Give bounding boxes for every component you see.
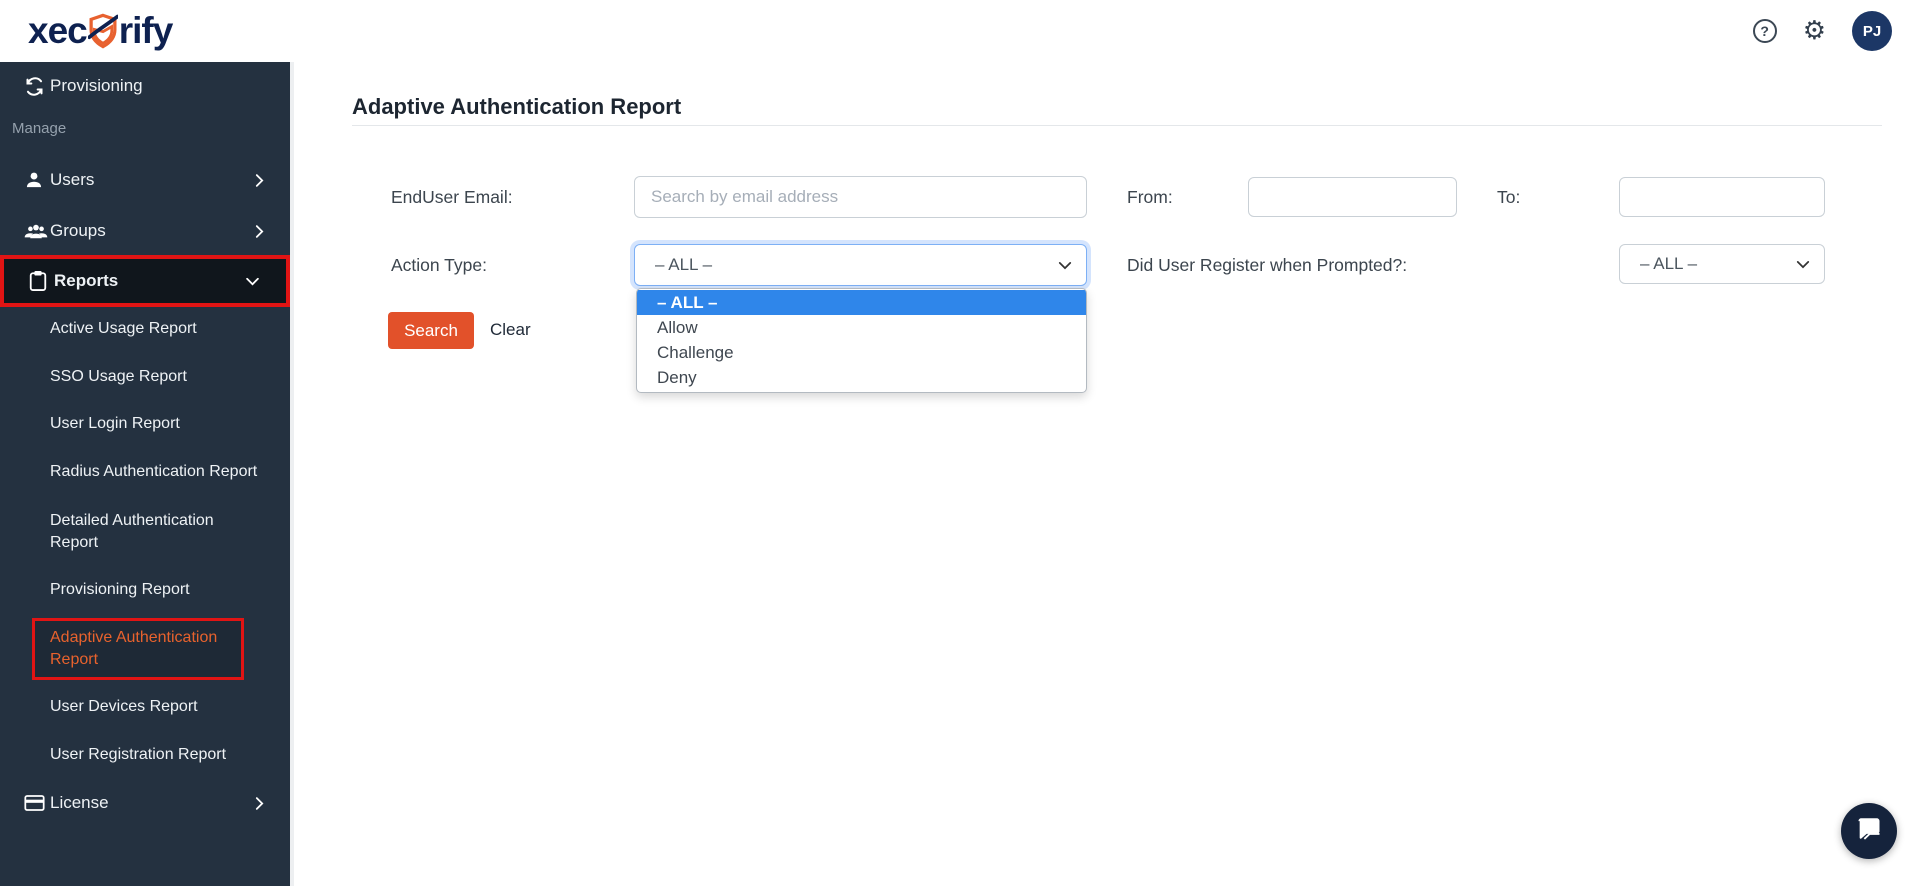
sidebar-item-sso-usage-report[interactable]: SSO Usage Report: [0, 353, 290, 401]
sidebar-item-label: License: [50, 793, 109, 812]
group-icon: [24, 221, 50, 241]
chevron-down-icon: [1796, 254, 1810, 274]
subnav-label: User Registration Report: [50, 746, 227, 763]
sidebar-item-adaptive-authentication-report[interactable]: Adaptive Authentication Report: [32, 618, 244, 680]
top-header: xec rify ? ⚙ PJ: [0, 0, 1920, 62]
sidebar-item-detailed-authentication-report[interactable]: Detailed Authentication Report: [0, 503, 290, 561]
sidebar-item-label: Provisioning: [50, 76, 143, 95]
sidebar-item-label: Users: [50, 170, 95, 189]
action-type-dropdown: – ALL – Allow Challenge Deny: [636, 288, 1087, 393]
shield-logo-icon: [87, 13, 118, 49]
to-label: To:: [1497, 187, 1521, 207]
sidebar-item-user-login-report[interactable]: User Login Report: [0, 400, 290, 448]
clipboard-icon: [28, 270, 54, 292]
page-title: Adaptive Authentication Report: [352, 94, 682, 119]
dropdown-option-deny[interactable]: Deny: [637, 365, 1086, 390]
sidebar-item-active-usage-report[interactable]: Active Usage Report: [0, 305, 290, 353]
user-avatar[interactable]: PJ: [1852, 11, 1892, 51]
credit-card-icon: [24, 794, 50, 812]
search-button[interactable]: Search: [388, 312, 474, 349]
xecurify-logo[interactable]: xec rify: [28, 9, 174, 53]
sidebar-scrollbar[interactable]: [290, 62, 294, 886]
register-prompt-label: Did User Register when Prompted?:: [1127, 255, 1408, 275]
enduser-email-input[interactable]: [634, 176, 1087, 218]
clear-button[interactable]: Clear: [490, 320, 531, 340]
chevron-right-icon: [255, 224, 264, 239]
help-icon[interactable]: ?: [1752, 19, 1777, 43]
dropdown-option-all[interactable]: – ALL –: [637, 290, 1086, 315]
sidebar-item-radius-authentication-report[interactable]: Radius Authentication Report: [0, 448, 290, 496]
title-divider: [352, 125, 1882, 126]
chevron-right-icon: [255, 173, 264, 188]
register-prompt-value: – ALL –: [1640, 254, 1698, 273]
subnav-label: User Login Report: [50, 415, 180, 432]
to-date-input[interactable]: [1619, 177, 1825, 217]
chevron-down-icon: [1058, 255, 1072, 275]
sidebar-item-provisioning-report[interactable]: Provisioning Report: [0, 566, 290, 614]
sidebar-item-users[interactable]: Users: [0, 156, 290, 204]
sidebar-item-license[interactable]: License: [0, 779, 290, 827]
subnav-label: Detailed Authentication Report: [50, 512, 214, 551]
sidebar-item-user-registration-report[interactable]: User Registration Report: [0, 731, 290, 779]
subnav-label: Adaptive Authentication Report: [50, 629, 218, 668]
sidebar-item-label: Groups: [50, 221, 106, 240]
subnav-label: Provisioning Report: [50, 581, 190, 598]
sidebar-item-reports[interactable]: Reports: [0, 255, 290, 307]
chevron-right-icon: [255, 796, 264, 811]
sidebar-section-manage: Manage: [12, 120, 67, 137]
user-icon: [24, 170, 50, 190]
subnav-label: Active Usage Report: [50, 320, 197, 337]
gear-icon[interactable]: ⚙: [1803, 18, 1826, 44]
register-prompt-select[interactable]: – ALL –: [1619, 244, 1825, 284]
subnav-label: SSO Usage Report: [50, 368, 187, 385]
livechat-widget-button[interactable]: [1841, 803, 1897, 859]
sidebar-item-label: Reports: [54, 271, 119, 290]
from-date-input[interactable]: [1248, 177, 1457, 217]
action-type-label: Action Type:: [391, 255, 487, 275]
logo-text-right: rify: [118, 10, 174, 51]
subnav-label: User Devices Report: [50, 698, 198, 715]
logo-text-left: xec: [28, 10, 88, 51]
main-content: Adaptive Authentication Report EndUser E…: [294, 62, 1920, 886]
dropdown-option-challenge[interactable]: Challenge: [637, 340, 1086, 365]
action-type-select[interactable]: – ALL –: [634, 244, 1087, 286]
sidebar: Provisioning Manage Users Groups Reports…: [0, 62, 294, 886]
action-type-value: – ALL –: [655, 255, 713, 274]
sync-icon: [24, 76, 50, 97]
chevron-down-icon: [245, 277, 260, 286]
sidebar-item-groups[interactable]: Groups: [0, 207, 290, 255]
enduser-email-label: EndUser Email:: [391, 187, 513, 207]
chat-icon: [1855, 816, 1883, 847]
sidebar-item-provisioning[interactable]: Provisioning: [0, 62, 290, 110]
subnav-label: Radius Authentication Report: [50, 463, 258, 480]
from-label: From:: [1127, 187, 1173, 207]
dropdown-option-allow[interactable]: Allow: [637, 315, 1086, 340]
sidebar-item-user-devices-report[interactable]: User Devices Report: [0, 683, 290, 731]
